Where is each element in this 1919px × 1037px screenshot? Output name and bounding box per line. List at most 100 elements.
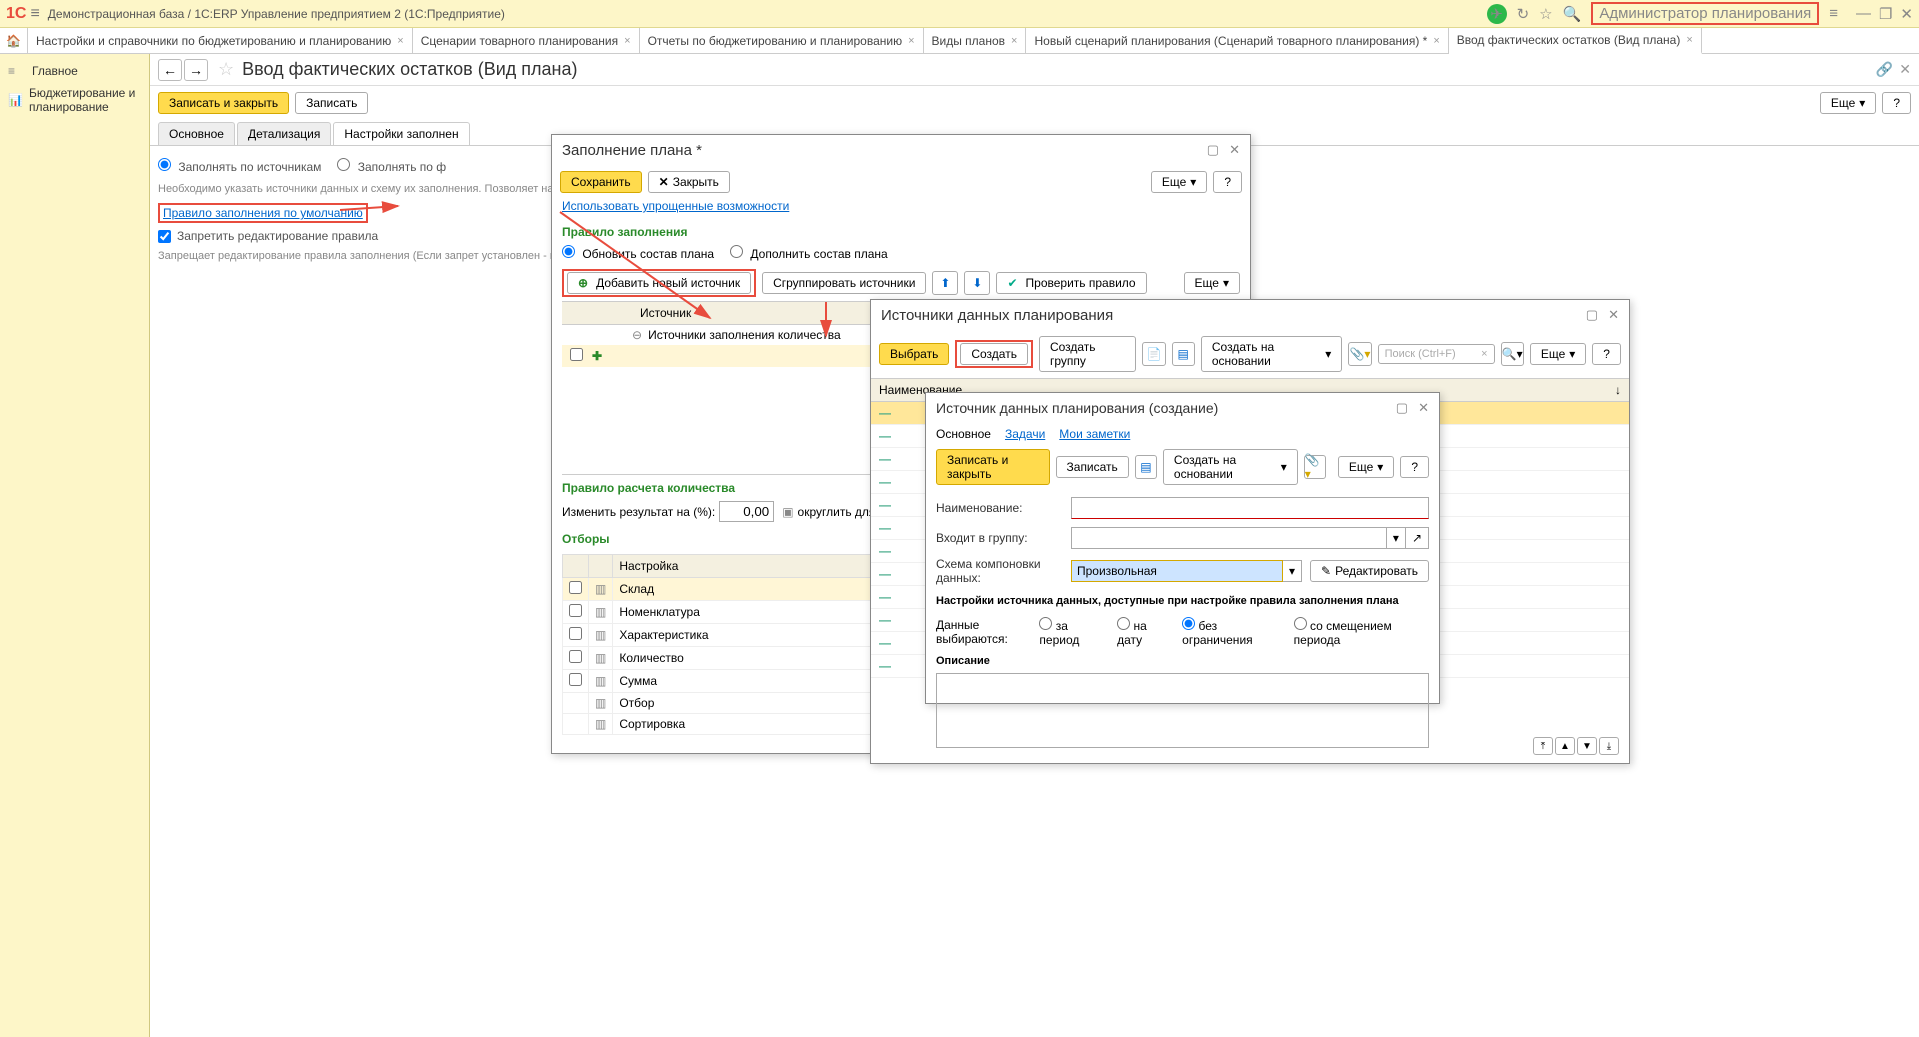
more-button[interactable]: Еще ▾ (1820, 92, 1876, 114)
page-header: ← → ☆ Ввод фактических остатков (Вид пла… (150, 54, 1919, 86)
home-tab[interactable]: 🏠 (0, 28, 28, 53)
star-icon[interactable]: ☆ (1539, 5, 1552, 23)
sidebar-item-budgeting[interactable]: 📊 Бюджетирование и планирование (0, 82, 149, 118)
save-button[interactable]: Сохранить (560, 171, 642, 193)
main-menu-icon[interactable]: ≡ (30, 5, 39, 23)
radio-unlimited[interactable]: без ограничения (1182, 617, 1281, 647)
check-rule-button[interactable]: ✔Проверить правило (996, 272, 1146, 294)
write-button[interactable]: Записать (295, 92, 368, 114)
help-button[interactable]: ? (1400, 456, 1429, 478)
edit-button[interactable]: ✎ Редактировать (1310, 560, 1429, 582)
p3-tab-main[interactable]: Основное (936, 427, 991, 441)
close-tab-icon[interactable]: × (624, 35, 630, 47)
close-page-icon[interactable]: ✕ (1899, 61, 1911, 78)
add-source-button[interactable]: ⊕Добавить новый источник (567, 272, 751, 294)
settings-icon[interactable]: ≡ (1829, 5, 1838, 22)
minimize-icon[interactable]: — (1856, 5, 1871, 23)
subtab-detail[interactable]: Детализация (237, 122, 331, 145)
panel-max-icon[interactable]: ▢ (1207, 142, 1219, 158)
user-label[interactable]: Администратор планирования (1591, 2, 1819, 25)
attach-button[interactable]: 📎▾ (1348, 342, 1371, 366)
simplified-link[interactable]: Использовать упрощенные возможности (562, 199, 1240, 213)
radio-period[interactable]: за период (1039, 617, 1105, 647)
nav-last-button[interactable]: ⤓ (1599, 737, 1619, 755)
doc-tab-2[interactable]: Отчеты по бюджетированию и планированию× (640, 28, 924, 53)
nav-down-button[interactable]: ▼ (1577, 737, 1597, 755)
close-tab-icon[interactable]: × (908, 35, 914, 47)
attach-button[interactable]: 📎▾ (1304, 455, 1326, 479)
panel2-title: Источники данных планирования (881, 307, 1586, 324)
doc-tab-4[interactable]: Новый сценарий планирования (Сценарий то… (1026, 28, 1448, 53)
name-input[interactable] (1071, 497, 1429, 519)
move-down-button[interactable]: ⬇ (964, 271, 990, 295)
link-icon[interactable]: 🔗 (1876, 61, 1893, 78)
report-button[interactable]: ▤ (1135, 455, 1157, 479)
default-rule-link[interactable]: Правило заполнения по умолчанию (163, 206, 363, 220)
copy-button[interactable]: 📄 (1142, 342, 1165, 366)
doc-tab-1[interactable]: Сценарии товарного планирования× (413, 28, 640, 53)
more-button[interactable]: Еще ▾ (1151, 171, 1207, 193)
write-close-button[interactable]: Записать и закрыть (936, 449, 1050, 485)
create-based-on-button[interactable]: Создать на основании ▾ (1163, 449, 1298, 485)
doc-tab-3[interactable]: Виды планов× (924, 28, 1027, 53)
more-button[interactable]: Еще ▾ (1184, 272, 1240, 294)
restore-icon[interactable]: ❐ (1879, 5, 1892, 23)
history-icon[interactable]: ↻ (1517, 5, 1530, 23)
panel-close-icon[interactable]: ✕ (1418, 400, 1429, 416)
doc-tab-5[interactable]: Ввод фактических остатков (Вид плана)× (1449, 28, 1702, 54)
report-button[interactable]: ▤ (1172, 342, 1195, 366)
group-dropdown[interactable]: ▾ (1387, 527, 1406, 549)
percent-input[interactable] (719, 501, 774, 522)
p3-tab-tasks[interactable]: Задачи (1005, 427, 1045, 441)
nav-first-button[interactable]: ⤒ (1533, 737, 1553, 755)
nav-forward-button[interactable]: → (184, 59, 208, 81)
radio-update-plan[interactable]: Обновить состав плана (562, 245, 714, 261)
close-tab-icon[interactable]: × (397, 35, 403, 47)
find-button[interactable]: 🔍▾ (1501, 342, 1524, 366)
create-based-on-button[interactable]: Создать на основании ▾ (1201, 336, 1342, 372)
radio-fill-sources[interactable]: Заполнять по источникам (158, 158, 321, 174)
subtab-main[interactable]: Основное (158, 122, 235, 145)
panel-max-icon[interactable]: ▢ (1586, 307, 1598, 323)
group-open[interactable]: ↗ (1406, 527, 1429, 549)
radio-fill-formula[interactable]: Заполнять по ф (337, 158, 446, 174)
close-tab-icon[interactable]: × (1686, 34, 1692, 46)
p3-tab-notes[interactable]: Мои заметки (1059, 427, 1130, 441)
write-close-button[interactable]: Записать и закрыть (158, 92, 289, 114)
description-textarea[interactable] (936, 673, 1429, 748)
subtab-fill-settings[interactable]: Настройки заполнен (333, 122, 469, 145)
more-button[interactable]: Еще ▾ (1530, 343, 1586, 365)
close-icon[interactable]: ✕ (1900, 5, 1913, 23)
panel-close-icon[interactable]: ✕ (1229, 142, 1240, 158)
help-button[interactable]: ? (1592, 343, 1621, 365)
notification-icon[interactable]: ✈ (1487, 4, 1507, 24)
panel-max-icon[interactable]: ▢ (1396, 400, 1408, 416)
radio-append-plan[interactable]: Дополнить состав плана (730, 245, 888, 261)
search-icon[interactable]: 🔍 (1563, 5, 1582, 23)
write-button[interactable]: Записать (1056, 456, 1129, 478)
help-button[interactable]: ? (1882, 92, 1911, 114)
panel-close-icon[interactable]: ✕ (1608, 307, 1619, 323)
select-button[interactable]: Выбрать (879, 343, 949, 365)
scheme-input[interactable] (1071, 560, 1283, 582)
scheme-dropdown[interactable]: ▾ (1283, 560, 1302, 582)
radio-date[interactable]: на дату (1117, 617, 1170, 647)
group-sources-button[interactable]: Сгруппировать источники (762, 272, 926, 294)
more-button[interactable]: Еще ▾ (1338, 456, 1394, 478)
nav-back-button[interactable]: ← (158, 59, 182, 81)
move-up-button[interactable]: ⬆ (932, 271, 958, 295)
create-button[interactable]: Создать (960, 343, 1028, 365)
group-input[interactable] (1071, 527, 1387, 549)
doc-tab-0[interactable]: Настройки и справочники по бюджетировани… (28, 28, 413, 53)
close-tab-icon[interactable]: × (1433, 35, 1439, 47)
help-button[interactable]: ? (1213, 171, 1242, 193)
nav-up-button[interactable]: ▲ (1555, 737, 1575, 755)
search-input[interactable]: Поиск (Ctrl+F)× (1378, 344, 1495, 364)
radio-shift[interactable]: со смещением периода (1294, 617, 1429, 647)
sidebar-item-main[interactable]: ≡ Главное (0, 60, 149, 82)
favorite-star-icon[interactable]: ☆ (218, 59, 234, 80)
create-group-button[interactable]: Создать группу (1039, 336, 1136, 372)
forbid-edit-checkbox[interactable] (158, 230, 171, 243)
close-tab-icon[interactable]: × (1011, 35, 1017, 47)
close-button[interactable]: ✕ Закрыть (648, 171, 730, 193)
